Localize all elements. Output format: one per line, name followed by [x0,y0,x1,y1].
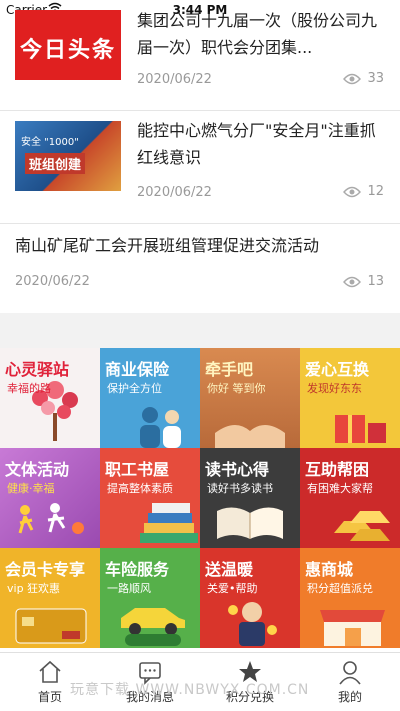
view-count: 12 [343,184,384,199]
gift-icon [335,415,386,443]
athletes-icon [18,503,84,534]
holding-hands-icon [215,424,285,448]
tile-title: 文体活动 [5,460,70,479]
tile-mutual-aid[interactable]: 互助帮困 有困难大家帮 [300,448,400,548]
bank-card-icon [15,608,87,644]
tile-subtitle: 保护全方位 [107,382,162,395]
user-icon [339,661,361,685]
tile-subtitle: 一路顺风 [107,582,151,595]
cartoon-person-icon [228,602,277,646]
tile-hand-in-hand[interactable]: 牵手吧 你好 等到你 [200,348,300,448]
section-gap [0,313,400,348]
tile-love-exchange[interactable]: 爱心互换 发现好东东 [300,348,400,448]
news-title-line-1: 集团公司十九届一次（股份公司九 [137,11,378,30]
watermark: 玩意下载 WWW.NBWYX.COM.CN [70,682,310,698]
view-count-value: 12 [367,184,384,199]
news-item-3[interactable]: 南山矿尾矿工会开展班组管理促进交流活动 2020/06/22 13 [0,224,400,312]
tile-subtitle: vip 狂欢惠 [7,582,61,595]
tile-subtitle: 健康·幸福 [7,482,55,495]
tile-member-card[interactable]: 会员卡专享 vip 狂欢惠 [0,548,100,648]
home-icon [39,660,61,683]
news-title: 能控中心燃气分厂"安全月"注重抓 红线意识 [137,117,392,171]
thumbnail-caption-b: 班组创建 [25,153,86,174]
car-icon [121,608,185,646]
open-book-icon [217,507,283,539]
tile-title: 车险服务 [105,560,170,579]
news-thumbnail: 今日头条 [15,10,121,80]
tile-subtitle: 提高整体素质 [107,482,173,495]
news-title-line-1: 能控中心燃气分厂"安全月"注重抓 [137,121,376,140]
tile-title: 商业保险 [105,360,170,379]
tile-subtitle: 有困难大家帮 [307,482,373,495]
tab-label: 我的 [337,690,362,704]
tile-title: 惠商城 [305,560,354,579]
tile-title: 送温暖 [205,560,254,579]
news-date: 2020/06/22 [137,72,212,87]
tile-title: 职工书屋 [105,460,170,479]
view-count-value: 33 [367,71,384,86]
news-title-line-2: 红线意识 [137,148,202,167]
news-date: 2020/06/22 [137,185,212,200]
tile-mind-station[interactable]: 心灵驿站 幸福的路 [0,348,100,448]
eye-icon [343,276,362,287]
thumbnail-logo-text: 今日头条 [19,38,116,63]
news-title-line-2: 届一次）职代会分团集... [137,38,313,57]
view-count-value: 13 [367,274,384,289]
news-item-2[interactable]: 安全 "1000" 班组创建 能控中心燃气分厂"安全月"注重抓 红线意识 202… [0,111,400,223]
tile-sports[interactable]: 文体活动 健康·幸福 [0,448,100,548]
news-title: 集团公司十九届一次（股份公司九 届一次）职代会分团集... [137,7,392,61]
tile-title: 心灵驿站 [5,360,70,379]
tile-title: 读书心得 [205,460,270,479]
tile-subtitle: 发现好东东 [307,382,362,395]
tile-subtitle: 关爱•帮助 [207,582,258,595]
tile-title: 牵手吧 [205,360,254,379]
news-item-1[interactable]: 今日头条 集团公司十九届一次（股份公司九 届一次）职代会分团集... 2020/… [0,0,400,110]
tile-staff-library[interactable]: 职工书屋 提高整体素质 [100,448,200,548]
tile-subtitle: 幸福的路 [7,382,51,395]
news-thumbnail: 安全 "1000" 班组创建 [15,121,121,191]
people-icon [140,407,181,448]
books-stack-icon [140,503,198,543]
gold-bars-icon [334,511,390,541]
tile-warmth[interactable]: 送温暖 关爱•帮助 [200,548,300,648]
storefront-icon [320,610,385,646]
view-count: 33 [343,71,384,86]
tile-subtitle: 你好 等到你 [207,382,266,395]
eye-icon [343,186,362,197]
view-count: 13 [343,274,384,289]
tile-title: 爱心互换 [305,360,370,379]
service-grid: 心灵驿站 幸福的路 商业保险 保护全方位 牵手吧 你好 等到你 爱心互换 发现好… [0,348,400,648]
eye-icon [343,73,362,84]
news-title: 南山矿尾矿工会开展班组管理促进交流活动 [15,236,320,255]
tile-insurance[interactable]: 商业保险 保护全方位 [100,348,200,448]
tile-reading-notes[interactable]: 读书心得 读好书多读书 [200,448,300,548]
tile-title: 会员卡专享 [5,560,86,579]
tile-mall[interactable]: 惠商城 积分超值派兑 [300,548,400,648]
thumbnail-caption-a: 安全 "1000" [21,137,79,148]
tab-profile[interactable]: 我的 [300,653,400,711]
tile-car-insurance[interactable]: 车险服务 一路顺风 [100,548,200,648]
tile-title: 互助帮困 [305,460,370,479]
news-date: 2020/06/22 [15,274,90,289]
tile-subtitle: 积分超值派兑 [307,582,373,595]
tile-subtitle: 读好书多读书 [207,482,273,495]
